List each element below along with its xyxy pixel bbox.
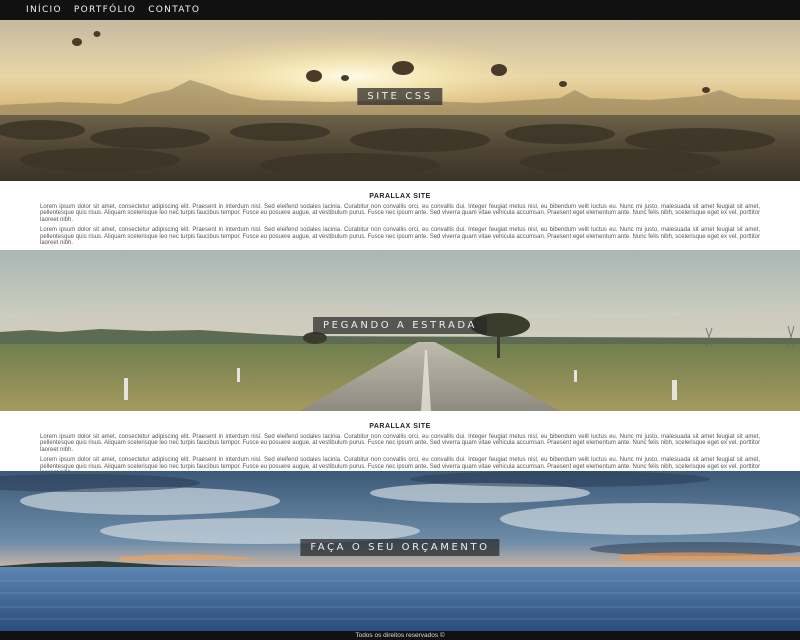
nav-link-inicio[interactable]: INÍCIO xyxy=(26,5,62,15)
hero-title-site-css: SITE CSS xyxy=(357,88,443,105)
hero-sea: FAÇA O SEU ORÇAMENTO xyxy=(0,471,800,631)
top-nav: INÍCIO PORTFÓLIO CONTATO xyxy=(0,0,800,20)
hero-road: PEGANDO A ESTRADA xyxy=(0,250,800,411)
text-section-1: PARALLAX SITE Lorem ipsum dolor sit amet… xyxy=(0,193,800,250)
hero-title-pegando-a-estrada: PEGANDO A ESTRADA xyxy=(313,317,487,334)
paragraph: Lorem ipsum dolor sit amet, consectetur … xyxy=(40,227,760,247)
nav-link-contato[interactable]: CONTATO xyxy=(148,5,200,15)
hero-balloons: SITE CSS xyxy=(0,20,800,181)
footer: Todos os direitos reservados © xyxy=(0,631,800,640)
hero-title-faca-o-seu-orcamento: FAÇA O SEU ORÇAMENTO xyxy=(300,539,500,556)
nav-link-portfolio[interactable]: PORTFÓLIO xyxy=(74,5,136,15)
paragraph: Lorem ipsum dolor sit amet, consectetur … xyxy=(40,204,760,223)
paragraph: Lorem ipsum dolor sit amet, consectetur … xyxy=(40,434,760,453)
section-heading: PARALLAX SITE xyxy=(369,423,431,430)
section-heading: PARALLAX SITE xyxy=(369,193,431,200)
footer-copyright: Todos os direitos reservados © xyxy=(355,632,445,639)
